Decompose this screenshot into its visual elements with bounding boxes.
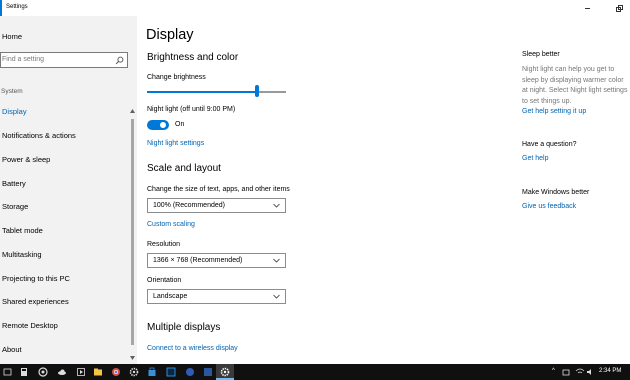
sidebar-item-multitasking[interactable]: Multitasking [2, 250, 42, 259]
toggle-knob [160, 122, 166, 128]
resolution-label: Resolution [147, 241, 181, 248]
orientation-dropdown-value: Landscape [153, 293, 188, 300]
network-icon[interactable] [562, 367, 572, 377]
scale-layout-heading: Scale and layout [147, 163, 221, 174]
sidebar: Home Find a setting System Display Notif… [0, 16, 137, 364]
chrome-icon[interactable] [38, 367, 48, 377]
scale-dropdown-value: 100% (Recommended) [153, 202, 225, 209]
wifi-icon[interactable] [575, 367, 585, 377]
night-light-toggle-state: On [175, 121, 185, 128]
sidebar-item-about[interactable]: About [2, 345, 22, 354]
brightness-color-heading: Brightness and color [147, 52, 239, 63]
night-light-settings-link[interactable]: Night light settings [147, 140, 204, 147]
sidebar-item-remote-desktop[interactable]: Remote Desktop [2, 321, 58, 330]
search-input[interactable]: Find a setting [0, 52, 128, 68]
file-explorer-icon[interactable] [93, 367, 103, 377]
sidebar-item-display[interactable]: Display [2, 107, 27, 116]
window-accent-edge [0, 0, 2, 16]
night-light-toggle[interactable] [147, 120, 169, 130]
brightness-slider-fill [147, 91, 257, 93]
give-feedback-link[interactable]: Give us feedback [522, 203, 576, 210]
sidebar-item-shared-experiences[interactable]: Shared experiences [2, 297, 69, 306]
taskbar: ^ 2:34 PM [0, 364, 630, 380]
photoshop-icon[interactable] [166, 367, 176, 377]
onedrive-icon[interactable] [57, 367, 67, 377]
search-icon[interactable] [115, 56, 124, 65]
scroll-down-arrow-icon[interactable] [129, 355, 136, 361]
app-circle-icon[interactable] [185, 367, 195, 377]
chevron-down-icon [273, 258, 280, 263]
word-icon[interactable] [203, 367, 213, 377]
volume-icon[interactable] [586, 367, 596, 377]
resolution-dropdown-value: 1366 × 768 (Recommended) [153, 257, 243, 264]
window-title: Settings [6, 4, 28, 10]
page-title: Display [146, 27, 194, 43]
sidebar-section-label: System [1, 88, 23, 95]
settings-app-gear-icon[interactable] [220, 367, 230, 377]
search-placeholder: Find a setting [2, 56, 45, 63]
sleep-better-heading: Sleep better [522, 51, 560, 58]
sidebar-item-storage[interactable]: Storage [2, 202, 28, 211]
night-light-label: Night light (off until 9:00 PM) [147, 106, 236, 113]
calculator-icon[interactable] [19, 367, 29, 377]
sleep-text-line: at night. Select Night light settings [522, 87, 628, 94]
task-view-icon[interactable] [3, 367, 13, 377]
tray-chevron-icon[interactable]: ^ [552, 368, 555, 374]
custom-scaling-link[interactable]: Custom scaling [147, 221, 195, 228]
resolution-dropdown[interactable]: 1366 × 768 (Recommended) [147, 253, 286, 268]
make-windows-better-heading: Make Windows better [522, 189, 590, 196]
restore-button[interactable] [614, 2, 626, 14]
text-size-label: Change the size of text, apps, and other… [147, 186, 290, 193]
title-bar: Settings [0, 0, 630, 16]
minimize-button[interactable] [582, 2, 594, 14]
sidebar-item-battery[interactable]: Battery [2, 179, 26, 188]
settings-gear-icon[interactable] [129, 367, 139, 377]
orientation-dropdown[interactable]: Landscape [147, 289, 286, 304]
media-player-icon[interactable] [76, 367, 86, 377]
get-help-link[interactable]: Get help [522, 155, 548, 162]
chevron-down-icon [273, 203, 280, 208]
scale-dropdown[interactable]: 100% (Recommended) [147, 198, 286, 213]
question-heading: Have a question? [522, 141, 577, 148]
sleep-text-line: Night light can help you get to [522, 66, 615, 73]
chevron-down-icon [273, 294, 280, 299]
taskbar-clock[interactable]: 2:34 PM [599, 368, 621, 374]
help-setting-up-link[interactable]: Get help setting it up [522, 108, 586, 115]
sleep-text-line: sleep by displaying warmer color [522, 76, 624, 84]
sidebar-item-projecting[interactable]: Projecting to this PC [2, 274, 70, 283]
sidebar-home-link[interactable]: Home [2, 32, 22, 41]
orientation-label: Orientation [147, 277, 182, 284]
brightness-slider-thumb[interactable] [254, 85, 259, 97]
sidebar-item-notifications[interactable]: Notifications & actions [2, 131, 76, 140]
scroll-up-arrow-icon[interactable] [129, 108, 136, 114]
multiple-displays-heading: Multiple displays [147, 322, 221, 333]
sleep-better-text: Night light can help you get to sleep by… [522, 65, 630, 107]
sidebar-item-tablet-mode[interactable]: Tablet mode [2, 226, 43, 235]
sleep-text-line: to set things up. [522, 97, 572, 105]
active-app-highlight[interactable] [216, 364, 234, 380]
connect-wireless-display-link[interactable]: Connect to a wireless display [147, 345, 238, 352]
chrome-app-icon[interactable] [111, 367, 121, 377]
brightness-label: Change brightness [147, 74, 206, 81]
sidebar-item-power-sleep[interactable]: Power & sleep [2, 155, 50, 164]
sidebar-scrollbar-thumb[interactable] [131, 119, 134, 345]
store-icon[interactable] [147, 367, 157, 377]
